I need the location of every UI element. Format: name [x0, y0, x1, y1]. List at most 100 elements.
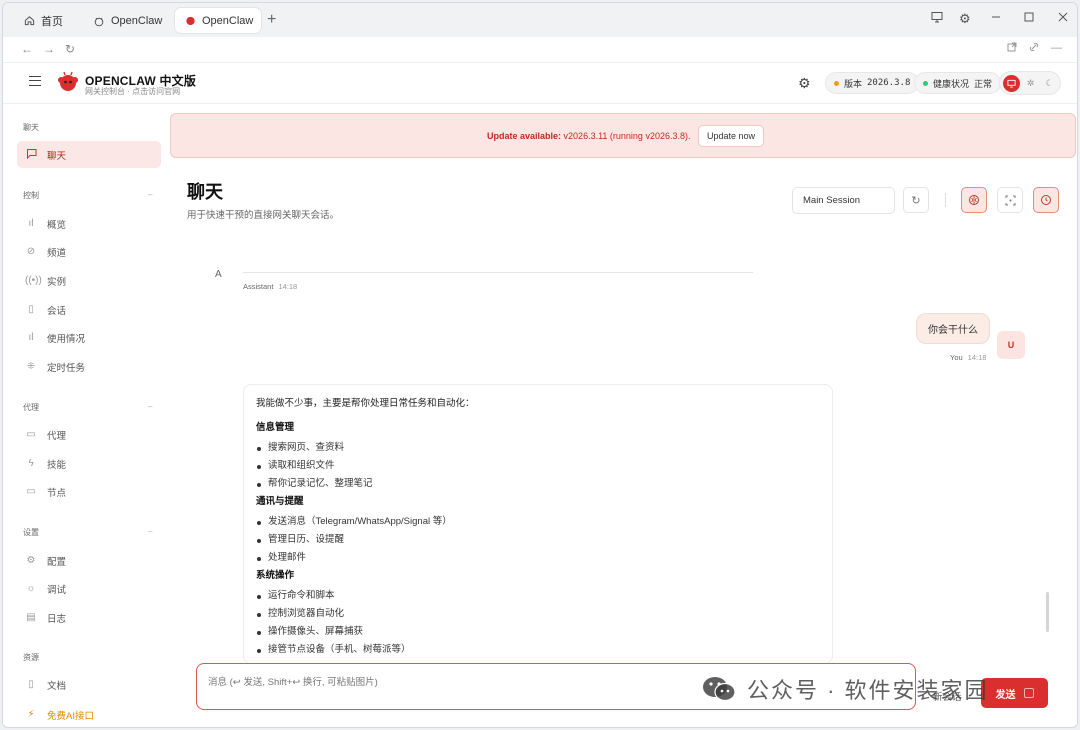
forward-icon[interactable]: →	[43, 42, 55, 56]
radio-icon: ((•))	[25, 275, 42, 286]
send-button[interactable]: 发送	[981, 678, 1048, 708]
sidebar-item-logs[interactable]: ▤ 日志	[17, 604, 161, 631]
reply-list: 发送消息（Telegram/WhatsApp/Signal 等） 管理日历、设提…	[256, 513, 820, 567]
home-icon	[23, 15, 35, 27]
collapse-settings-icon[interactable]: –	[148, 527, 152, 536]
sidebar-item-label: 概览	[47, 219, 67, 231]
health-dot	[923, 80, 928, 86]
log-icon: ▤	[26, 612, 36, 623]
message-divider	[243, 272, 753, 273]
sidebar-item-label: 免费AI接口	[47, 710, 94, 722]
list-item: 接管节点设备（手机、树莓派等）	[256, 641, 820, 659]
maximize-icon[interactable]	[1024, 11, 1034, 26]
reply-intro: 我能做不少事，主要是帮你处理日常任务和自动化：	[256, 398, 475, 409]
settings-gear-icon[interactable]: ⚙	[798, 75, 811, 92]
sidebar-item-debug[interactable]: ☼ 调试	[17, 575, 161, 602]
chat-thread: A Assistant 14:18 你会干什么 U You 14:18 我能做不少事…	[169, 249, 1077, 664]
sidebar-item-label: 频道	[47, 247, 67, 259]
session-select[interactable]: Main Session	[792, 187, 895, 214]
health-value: 正常	[974, 78, 993, 89]
sidebar-item-label: 调试	[47, 584, 67, 596]
sidebar-item-sessions[interactable]: ▯ 会话	[17, 296, 161, 323]
minimize-icon[interactable]	[991, 11, 1001, 26]
list-item: 搜索网页、查资料	[256, 439, 820, 457]
open-external-icon[interactable]	[1007, 42, 1017, 55]
openclaw-logo-icon	[185, 15, 196, 27]
assistant-avatar: A	[215, 269, 222, 280]
new-tab-button[interactable]: +	[267, 11, 276, 29]
user-time: 14:18	[967, 353, 987, 362]
close-icon[interactable]	[1058, 11, 1068, 26]
sidebar-item-chat[interactable]: 聊天	[17, 141, 161, 168]
sidebar-item-usage[interactable]: ıl 使用情况	[17, 324, 161, 351]
assistant-meta: Assistant 14:18	[243, 282, 297, 291]
version-label: 版本	[844, 78, 863, 89]
chat-icon	[25, 148, 37, 162]
health-pill: 健康状况 正常	[914, 72, 1002, 94]
clock-icon[interactable]	[1033, 187, 1059, 213]
sidebar-item-nodes[interactable]: ▭ 节点	[17, 478, 161, 505]
sidebar-item-free-ai[interactable]: ⚡ 免费AI接口	[17, 701, 161, 727]
tab-openclaw[interactable]: OpenClaw	[83, 8, 172, 33]
update-banner-title: Update available:	[487, 131, 562, 141]
tab-openclaw-active[interactable]: OpenClaw	[175, 8, 261, 33]
browser-window: 首页 OpenClaw OpenClaw + ⚙ ← → ↻ — OPENCLA…	[2, 2, 1078, 728]
gear-icon[interactable]: ⚙	[959, 11, 971, 27]
sidebar-item-channels[interactable]: ⊘ 频道	[17, 238, 161, 265]
sidebar-item-skills[interactable]: ϟ 技能	[17, 450, 161, 477]
list-item: 发送消息（Telegram/WhatsApp/Signal 等）	[256, 513, 820, 531]
sidebar-item-instances[interactable]: ((•)) 实例	[17, 267, 161, 294]
sidebar-item-label: 节点	[47, 487, 67, 499]
bar-chart-icon: ıl	[28, 218, 34, 229]
menu-icon[interactable]	[29, 76, 41, 86]
update-now-button[interactable]: Update now	[698, 125, 765, 147]
assistant-message-bubble: 我能做不少事，主要是帮你处理日常任务和自动化： 信息管理 搜索网页、查资料 读取…	[243, 384, 833, 664]
update-banner-version: v2026.3.11 (running v2026.3.8).	[563, 131, 691, 141]
chat-scrollbar[interactable]	[1046, 592, 1049, 632]
collapse-control-icon[interactable]: –	[148, 190, 152, 199]
sidebar-item-docs[interactable]: ▯ 文档	[17, 671, 161, 698]
monitor-icon: ▭	[26, 486, 36, 497]
collapse-agents-icon[interactable]: –	[148, 402, 152, 411]
sidebar-item-overview[interactable]: ıl 概览	[17, 210, 161, 237]
reload-icon[interactable]: ↻	[65, 42, 75, 56]
page-subtitle: 用于快速干预的直接网关聊天会话。	[187, 210, 340, 221]
back-icon[interactable]: ←	[21, 42, 33, 56]
sidebar-item-agents[interactable]: ▭ 代理	[17, 421, 161, 448]
monitor-theme-icon[interactable]	[1003, 75, 1020, 92]
sidebar: 聊天 聊天 控制 – ıl 概览 ⊘ 频道 ((•)) 实例 ▯ 会话 ıl 使…	[3, 104, 169, 727]
monitor-icon[interactable]	[931, 11, 943, 26]
sidebar-item-cron[interactable]: ⁜ 定时任务	[17, 353, 161, 380]
tab-home[interactable]: 首页	[13, 8, 73, 33]
claw-icon	[93, 15, 105, 27]
sidebar-item-label: 技能	[47, 459, 67, 471]
app-header: OPENCLAW 中文版 网关控制台 · 点击访问官网 ⚙ 版本 2026.3.…	[3, 63, 1077, 104]
sidebar-item-config[interactable]: ⚙ 配置	[17, 547, 161, 574]
health-label: 健康状况	[933, 78, 970, 89]
openclaw-logo[interactable]	[57, 71, 79, 93]
bar-chart-icon: ıl	[28, 332, 34, 343]
collapse-icon[interactable]: —	[1051, 42, 1062, 54]
bolt-icon: ϟ	[28, 458, 34, 469]
user-name: You	[950, 353, 963, 362]
tab-label: 首页	[41, 15, 63, 28]
brain-icon[interactable]	[961, 187, 987, 213]
tab-label: OpenClaw	[202, 14, 254, 27]
link-icon[interactable]	[1029, 42, 1039, 55]
sidebar-item-label: 日志	[47, 613, 67, 625]
address-bar: ← → ↻ —	[3, 37, 1077, 63]
keyboard-icon	[1023, 688, 1034, 698]
brand-subtitle[interactable]: 网关控制台 · 点击访问官网	[85, 86, 180, 97]
main-panel: Update available: v2026.3.11 (running v2…	[169, 104, 1077, 727]
watermark-text: 公众号 · 软件安装家园	[747, 678, 989, 703]
sun-icon[interactable]: ✲	[1022, 75, 1039, 92]
focus-icon[interactable]	[997, 187, 1023, 213]
moon-icon[interactable]: ☾	[1041, 75, 1058, 92]
folder-icon: ▭	[26, 429, 36, 440]
sidebar-item-label: 代理	[47, 430, 67, 442]
list-item: 运行命令和脚本	[256, 587, 820, 605]
bug-icon: ☼	[26, 583, 36, 594]
refresh-icon[interactable]: ↻	[903, 187, 929, 213]
list-item: 控制浏览器自动化	[256, 605, 820, 623]
message-input[interactable]: 消息 (↩ 发送, Shift+↩ 换行, 可粘贴图片)	[208, 674, 378, 688]
